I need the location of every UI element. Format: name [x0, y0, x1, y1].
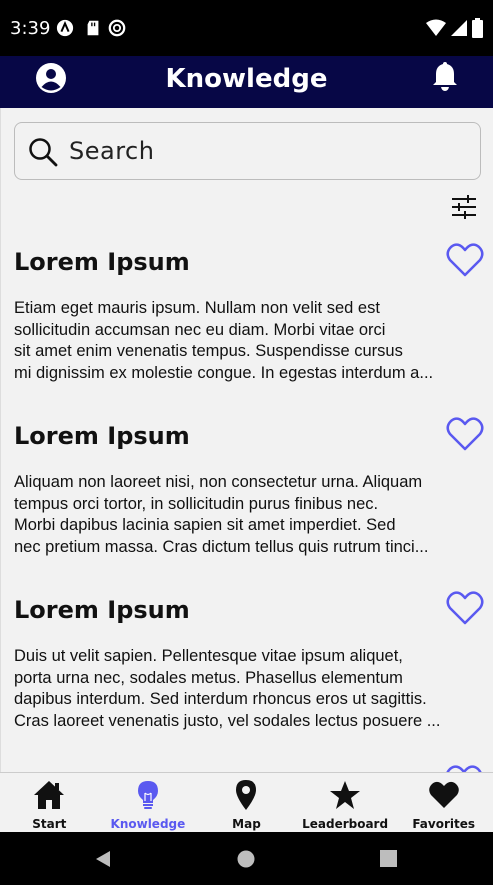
app-a-icon: [56, 19, 74, 37]
nav-label: Favorites: [412, 817, 476, 831]
article-excerpt: Duis ut velit sapien. Pellentesque vitae…: [14, 646, 480, 732]
favorite-heart-icon[interactable]: [446, 242, 484, 278]
excerpt-line: Morbi dapibus lacinia sapien sit amet im…: [14, 516, 396, 534]
lightbulb-icon: [137, 781, 158, 809]
excerpt-line: Cras laoreet venenatis justo, vel sodale…: [14, 711, 441, 730]
article-title: Lorem Ipsum: [14, 422, 190, 450]
star-icon: [330, 781, 361, 809]
dnd-icon: [108, 19, 126, 37]
wifi-icon: [426, 19, 446, 36]
favorite-heart-icon[interactable]: [446, 590, 484, 626]
nav-item-leaderboard[interactable]: Leaderboard: [296, 773, 395, 832]
excerpt-line: Etiam eget mauris ipsum. Nullam non veli…: [14, 299, 380, 317]
nav-item-start[interactable]: Start: [0, 773, 99, 832]
home-icon: [34, 781, 65, 809]
excerpt-line: Aliquam non laoreet nisi, non consectetu…: [14, 473, 423, 491]
status-right-icons: [426, 18, 483, 38]
nav-label: Start: [32, 817, 67, 831]
excerpt-line: nec pretium massa. Cras dictum tellus qu…: [14, 537, 429, 556]
page-title: Knowledge: [165, 64, 328, 94]
article-title: Lorem Ipsum: [14, 596, 190, 624]
recents-icon[interactable]: [380, 850, 397, 867]
app-bar: Knowledge: [0, 56, 493, 108]
signal-icon: [451, 20, 467, 36]
article-excerpt: Aliquam non laoreet nisi, non consectetu…: [14, 472, 480, 558]
nav-label: Map: [232, 817, 261, 831]
nav-label: Leaderboard: [302, 817, 389, 831]
search-input[interactable]: [69, 131, 469, 171]
status-bar: 3:39: [0, 0, 493, 56]
article-excerpt: Etiam eget mauris ipsum. Nullam non veli…: [14, 298, 480, 384]
nav-label: Knowledge: [110, 817, 186, 831]
excerpt-line: mi dignissim ex molestie congue. In eges…: [14, 363, 434, 382]
excerpt-line: sollicitudin accumsan nec eu diam. Morbi…: [14, 320, 386, 339]
article-card[interactable]: Lorem Ipsum Etiam eget mauris ipsum. Nul…: [14, 243, 484, 384]
map-pin-icon: [236, 780, 257, 810]
search-box[interactable]: [14, 122, 481, 180]
nav-item-knowledge[interactable]: Knowledge: [99, 773, 198, 832]
battery-icon: [472, 18, 483, 38]
sd-card-icon: [87, 20, 99, 36]
excerpt-line: porta urna nec, sodales metus. Phasellus…: [14, 668, 403, 687]
excerpt-line: sit amet enim venenatis tempus. Suspendi…: [14, 342, 403, 360]
article-title: Lorem Ipsum: [14, 248, 190, 276]
filter-sliders-icon[interactable]: [451, 194, 477, 220]
nav-item-favorites[interactable]: Favorites: [394, 773, 493, 832]
back-icon[interactable]: [94, 850, 112, 868]
favorite-heart-icon[interactable]: [446, 416, 484, 452]
excerpt-line: dapibus interdum. Sed interdum rhoncus e…: [14, 690, 427, 708]
knowledge-content[interactable]: Lorem Ipsum Etiam eget mauris ipsum. Nul…: [0, 108, 493, 772]
notification-bell-icon[interactable]: [430, 60, 460, 92]
status-time: 3:39: [10, 18, 51, 39]
nav-item-map[interactable]: Map: [197, 773, 296, 832]
excerpt-line: Duis ut velit sapien. Pellentesque vitae…: [14, 647, 403, 665]
search-icon: [29, 138, 58, 167]
article-card[interactable]: Lorem Ipsum Aliquam non laoreet nisi, no…: [14, 417, 484, 558]
heart-filled-icon: [428, 781, 459, 808]
system-nav-bar: [0, 832, 493, 885]
favorite-heart-icon[interactable]: [445, 764, 483, 772]
bottom-nav: Start Knowledge Map Leaderboard Favorite…: [0, 772, 493, 832]
article-card[interactable]: Lorem Ipsum Duis ut velit sapien. Pellen…: [14, 591, 484, 732]
home-circle-icon[interactable]: [237, 850, 255, 868]
excerpt-line: tempus orci tortor, in sollicitudin puru…: [14, 494, 379, 513]
